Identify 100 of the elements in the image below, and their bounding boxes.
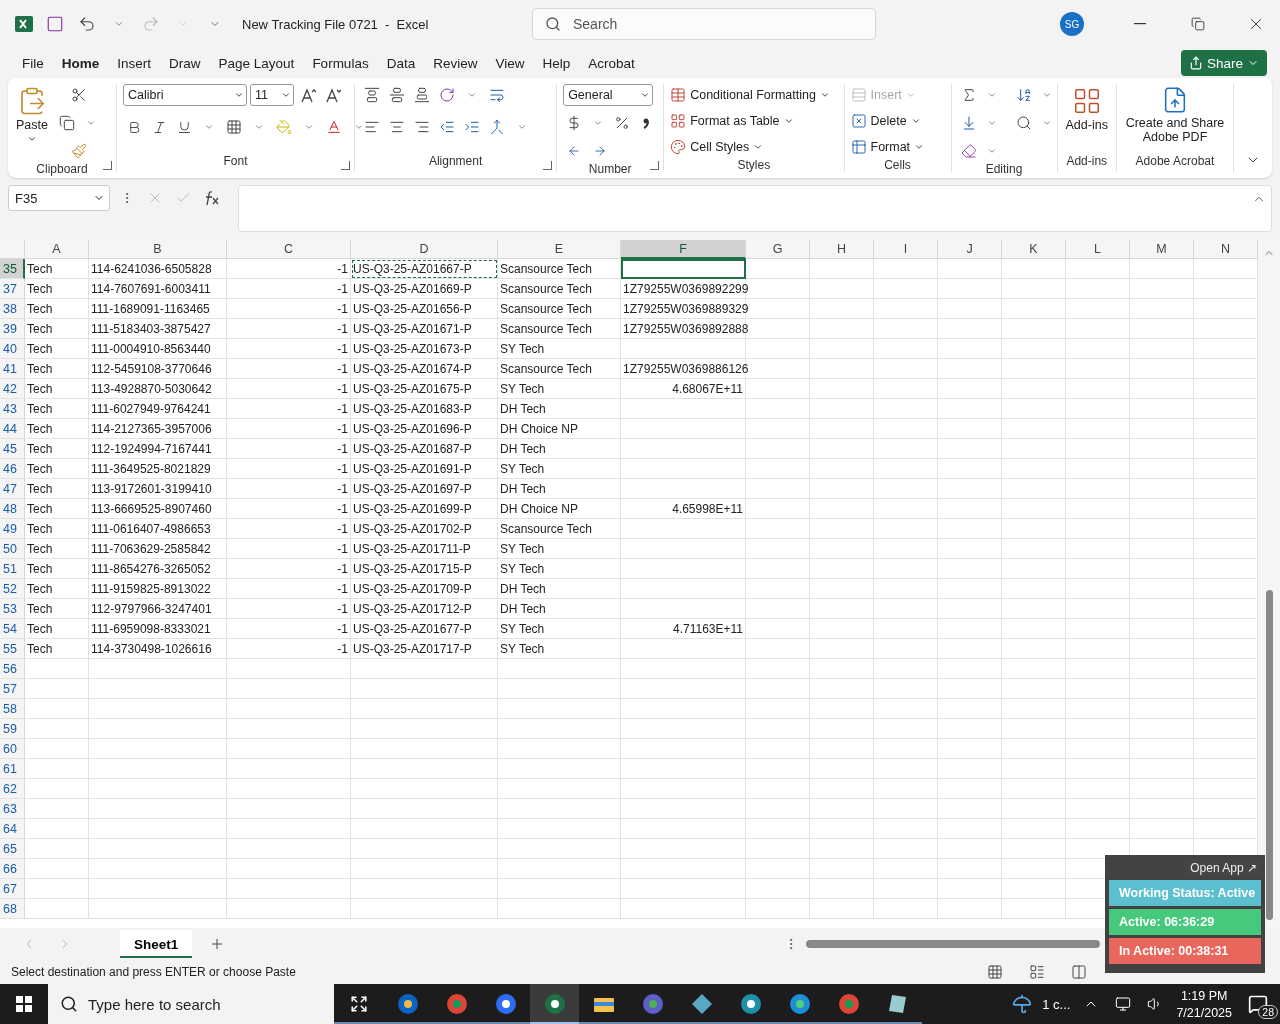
- ribbon-tab[interactable]: Page Layout: [209, 48, 304, 78]
- row-header[interactable]: 54: [0, 619, 25, 639]
- table-cell: -1: [227, 499, 351, 519]
- styles-button[interactable]: Format as Table: [670, 110, 830, 132]
- row-header[interactable]: 66: [0, 859, 25, 879]
- row-header[interactable]: 53: [0, 599, 25, 619]
- column-header[interactable]: A: [25, 240, 89, 259]
- row-header[interactable]: 62: [0, 779, 25, 799]
- ribbon-tab[interactable]: Draw: [160, 48, 210, 78]
- row-header[interactable]: 61: [0, 759, 25, 779]
- group-label: Number: [588, 162, 632, 176]
- row-header[interactable]: 47: [0, 479, 25, 499]
- row-header[interactable]: 68: [0, 899, 25, 919]
- table-cell: 111-1689091-1163465: [89, 299, 227, 319]
- ribbon-tab[interactable]: View: [486, 48, 534, 78]
- row-header[interactable]: 65: [0, 839, 25, 859]
- table-cell: -1: [227, 299, 351, 319]
- column-header[interactable]: J: [938, 240, 1002, 259]
- row-header[interactable]: 52: [0, 579, 25, 599]
- paste-button[interactable]: Paste: [14, 84, 50, 162]
- column-header[interactable]: M: [1130, 240, 1194, 259]
- ribbon-tab[interactable]: Formulas: [303, 48, 378, 78]
- ribbon-tab[interactable]: Insert: [108, 48, 161, 78]
- column-header[interactable]: I: [874, 240, 938, 259]
- clock-date[interactable]: 7/21/2025: [1176, 1005, 1232, 1020]
- font-name-field[interactable]: Calibri: [123, 84, 247, 106]
- row-header[interactable]: 45: [0, 439, 25, 459]
- row-header[interactable]: 38: [0, 299, 25, 319]
- row-header[interactable]: 41: [0, 359, 25, 379]
- table-cell: Tech: [25, 359, 89, 379]
- table-cell: SY Tech: [498, 539, 621, 559]
- column-header[interactable]: E: [498, 240, 621, 259]
- font-size-field[interactable]: 11: [250, 84, 294, 106]
- table-cell: 112-1924994-7167441: [89, 439, 227, 459]
- row-header[interactable]: 40: [0, 339, 25, 359]
- ribbon-tab[interactable]: Acrobat: [579, 48, 644, 78]
- column-header[interactable]: F: [621, 240, 746, 259]
- column-header[interactable]: D: [351, 240, 498, 259]
- row-header[interactable]: 46: [0, 459, 25, 479]
- ribbon-tab[interactable]: File: [13, 48, 53, 78]
- table-cell: US-Q3-25-AZ01715-P: [351, 559, 498, 579]
- table-cell: 113-4928870-5030642: [89, 379, 227, 399]
- share-button[interactable]: Share: [1180, 50, 1267, 76]
- column-header[interactable]: B: [89, 240, 227, 259]
- table-cell: 111-8654276-3265052: [89, 559, 227, 579]
- weather-text[interactable]: 1 c...: [1042, 996, 1071, 1012]
- row-header[interactable]: 63: [0, 799, 25, 819]
- column-header[interactable]: K: [1002, 240, 1066, 259]
- number-format-field[interactable]: General: [563, 84, 654, 106]
- table-cell: US-Q3-25-AZ01696-P: [351, 419, 498, 439]
- clock-time[interactable]: 1:19 PM: [1180, 988, 1228, 1003]
- add-ins-button[interactable]: Add-ins: [1063, 84, 1110, 154]
- row-header[interactable]: 64: [0, 819, 25, 839]
- table-cell: 111-0616407-4986653: [89, 519, 227, 539]
- row-header[interactable]: 48: [0, 499, 25, 519]
- row-header[interactable]: 42: [0, 379, 25, 399]
- table-cell: US-Q3-25-AZ01669-P: [351, 279, 498, 299]
- status-bar-item: Active: 06:36:29: [1109, 909, 1261, 935]
- row-header[interactable]: 59: [0, 719, 25, 739]
- row-header[interactable]: 35: [0, 259, 25, 279]
- search-field[interactable]: Search: [532, 8, 876, 40]
- column-header[interactable]: H: [810, 240, 874, 259]
- taskbar-search-field[interactable]: Type here to search: [48, 984, 334, 1024]
- name-box[interactable]: F35: [8, 185, 110, 211]
- column-header[interactable]: C: [227, 240, 351, 259]
- row-header[interactable]: 44: [0, 419, 25, 439]
- row-header[interactable]: 60: [0, 739, 25, 759]
- row-header[interactable]: 56: [0, 659, 25, 679]
- row-header[interactable]: 50: [0, 539, 25, 559]
- row-header[interactable]: 58: [0, 699, 25, 719]
- table-cell: Tech: [25, 339, 89, 359]
- cells-button[interactable]: Delete: [850, 110, 925, 132]
- row-header[interactable]: 39: [0, 319, 25, 339]
- ribbon-tab[interactable]: Review: [424, 48, 487, 78]
- styles-button[interactable]: Conditional Formatting: [670, 84, 830, 106]
- table-cell: 4.65998E+11: [621, 499, 746, 519]
- sheet-tab[interactable]: Sheet1: [120, 930, 193, 959]
- row-header[interactable]: 51: [0, 559, 25, 579]
- table-cell: Tech: [25, 599, 89, 619]
- table-cell: SY Tech: [498, 559, 621, 579]
- row-header[interactable]: 67: [0, 879, 25, 899]
- ribbon-tab[interactable]: Home: [52, 48, 109, 78]
- column-header[interactable]: G: [746, 240, 810, 259]
- table-cell: SY Tech: [498, 639, 621, 659]
- table-cell: 114-7607691-6003411: [89, 279, 227, 299]
- row-header[interactable]: 49: [0, 519, 25, 539]
- row-header[interactable]: 55: [0, 639, 25, 659]
- row-header[interactable]: 43: [0, 399, 25, 419]
- table-cell: Tech: [25, 379, 89, 399]
- table-cell: -1: [227, 439, 351, 459]
- column-header[interactable]: L: [1066, 240, 1130, 259]
- styles-button[interactable]: Cell Styles: [670, 136, 830, 158]
- cells-button[interactable]: Format: [850, 136, 925, 158]
- row-header[interactable]: 57: [0, 679, 25, 699]
- ribbon-tab[interactable]: Data: [377, 48, 425, 78]
- avatar[interactable]: SG: [1060, 12, 1084, 36]
- ribbon-tab[interactable]: Help: [533, 48, 580, 78]
- create-pdf-button[interactable]: Create and Share Adobe PDF: [1122, 84, 1227, 154]
- column-header[interactable]: N: [1194, 240, 1258, 259]
- row-header[interactable]: 37: [0, 279, 25, 299]
